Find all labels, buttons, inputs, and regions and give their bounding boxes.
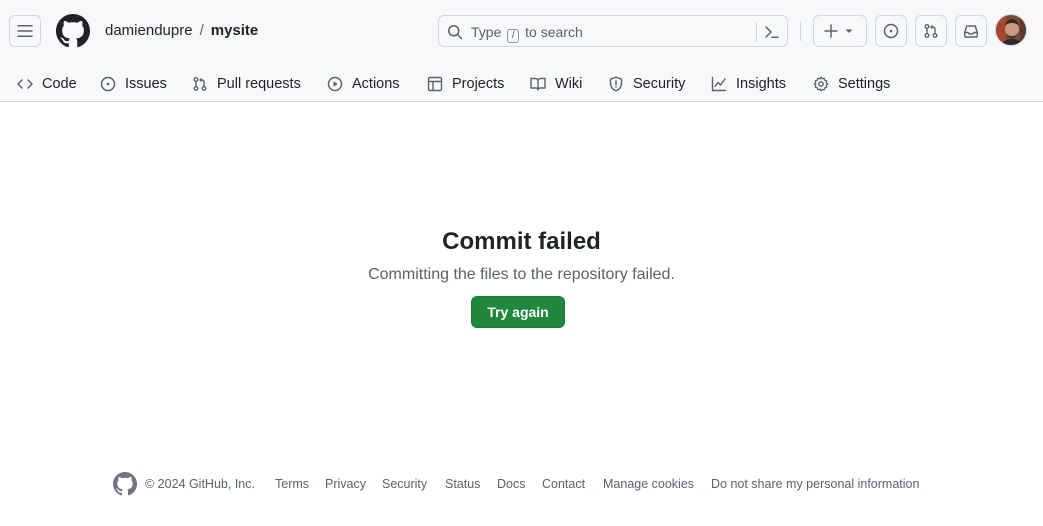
search-divider <box>756 22 757 42</box>
github-footer-logo-icon[interactable] <box>113 472 137 496</box>
pull-requests-button[interactable] <box>915 15 947 47</box>
search-placeholder-after: to search <box>525 24 583 40</box>
tab-issues[interactable]: Issues <box>100 68 167 100</box>
footer-link-security[interactable]: Security <box>382 477 427 491</box>
hamburger-icon <box>17 25 33 37</box>
breadcrumb-repo-link[interactable]: mysite <box>211 22 259 39</box>
breadcrumb-separator: / <box>199 22 204 39</box>
footer-link-do-not-share[interactable]: Do not share my personal information <box>711 477 919 491</box>
git-pull-request-icon <box>193 77 207 91</box>
breadcrumb: damiendupre / mysite <box>105 21 258 41</box>
plus-icon <box>824 24 838 38</box>
github-logo-icon[interactable] <box>56 14 90 48</box>
gear-icon <box>813 76 829 92</box>
table-icon <box>427 76 443 92</box>
menu-button[interactable] <box>9 15 41 47</box>
header-divider <box>800 21 801 41</box>
footer-link-docs[interactable]: Docs <box>497 477 525 491</box>
error-description: Committing the files to the repository f… <box>368 266 675 283</box>
tab-code-label: Code <box>42 76 77 92</box>
tab-security[interactable]: Security <box>608 68 685 100</box>
repo-nav-tabs: Code Issues Pull requests Actions Projec… <box>0 62 1043 102</box>
footer-link-contact[interactable]: Contact <box>542 477 585 491</box>
avatar-photo-icon <box>996 15 1026 45</box>
tab-actions-label: Actions <box>352 76 400 92</box>
shield-icon <box>609 76 623 92</box>
search-placeholder-before: Type <box>471 24 502 40</box>
tab-code[interactable]: Code <box>17 68 77 100</box>
inbox-icon <box>964 25 978 38</box>
tab-wiki[interactable]: Wiki <box>530 68 582 100</box>
inbox-button[interactable] <box>955 15 987 47</box>
triangle-down-icon <box>845 29 853 33</box>
command-palette-icon[interactable] <box>764 24 780 40</box>
search-input[interactable]: Type / to search <box>438 15 788 47</box>
tab-pull-requests-label: Pull requests <box>217 76 301 92</box>
page-footer: © 2024 GitHub, Inc. Terms Privacy Securi… <box>0 470 1043 500</box>
issues-button[interactable] <box>875 15 907 47</box>
footer-link-privacy[interactable]: Privacy <box>325 477 366 491</box>
tab-wiki-label: Wiki <box>555 76 583 92</box>
tab-settings-label: Settings <box>838 76 891 92</box>
footer-link-terms[interactable]: Terms <box>275 477 309 491</box>
book-icon <box>530 77 546 91</box>
tab-actions[interactable]: Actions <box>327 68 400 100</box>
graph-icon <box>711 76 727 92</box>
git-pull-request-icon <box>924 24 938 38</box>
play-icon <box>327 76 343 92</box>
tab-insights-label: Insights <box>736 76 786 92</box>
search-icon <box>448 25 463 40</box>
top-bar: damiendupre / mysite Type / to search <box>0 0 1043 62</box>
slash-key-badge: / <box>507 29 520 43</box>
try-again-button[interactable]: Try again <box>471 296 565 328</box>
tab-projects[interactable]: Projects <box>427 68 504 100</box>
app-header: damiendupre / mysite Type / to search Co… <box>0 0 1043 102</box>
user-avatar[interactable] <box>995 14 1027 46</box>
search-placeholder: Type / to search <box>471 23 583 43</box>
code-icon <box>17 79 33 89</box>
tab-projects-label: Projects <box>452 76 505 92</box>
footer-link-status[interactable]: Status <box>445 477 480 491</box>
issue-opened-icon <box>883 23 899 39</box>
create-new-button[interactable] <box>813 15 867 47</box>
footer-copyright: © 2024 GitHub, Inc. <box>145 477 255 491</box>
tab-pull-requests[interactable]: Pull requests <box>192 68 301 100</box>
footer-link-manage-cookies[interactable]: Manage cookies <box>603 477 694 491</box>
tab-settings[interactable]: Settings <box>813 68 890 100</box>
page-title: Commit failed <box>442 228 601 255</box>
tab-insights[interactable]: Insights <box>711 68 786 100</box>
issue-opened-icon <box>100 76 116 92</box>
tab-security-label: Security <box>633 76 686 92</box>
main-content: Commit failed Committing the files to th… <box>0 102 1043 452</box>
tab-issues-label: Issues <box>125 76 167 92</box>
breadcrumb-owner-link[interactable]: damiendupre <box>105 22 193 39</box>
